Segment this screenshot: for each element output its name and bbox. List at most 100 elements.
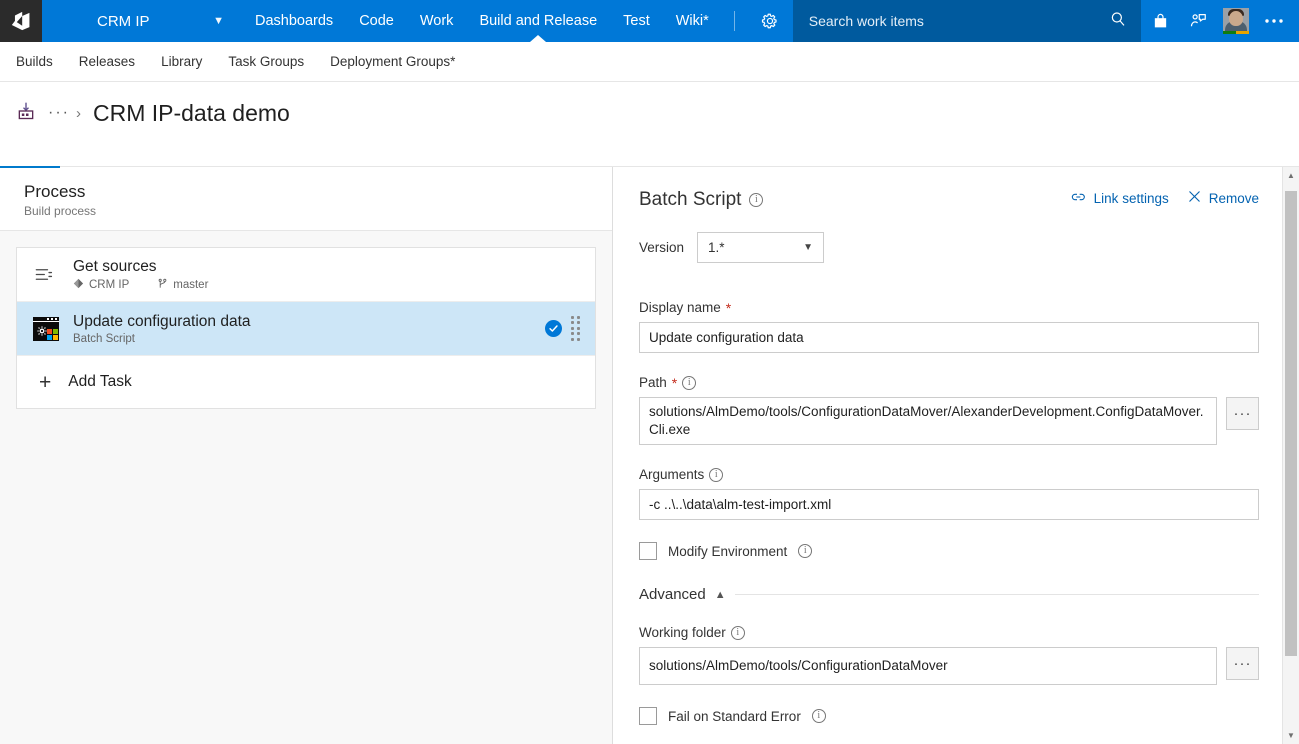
info-icon[interactable]: i [730, 625, 745, 640]
task-row-get-sources[interactable]: Get sources CRM IP master [17, 248, 595, 302]
hub-work[interactable]: Work [407, 0, 467, 42]
close-x-icon [1187, 189, 1202, 207]
process-header[interactable]: Process Build process [0, 166, 612, 231]
working-folder-label: Working folder i [639, 625, 1259, 640]
breadcrumb: ··· › CRM IP-data demo [0, 82, 290, 126]
drag-handle-icon[interactable] [571, 315, 581, 342]
details-scrollbar[interactable]: ▲ ▼ [1282, 167, 1299, 744]
scrollbar-thumb[interactable] [1285, 191, 1297, 656]
details-header: Batch Script i Link settings Remove [613, 189, 1299, 211]
path-input[interactable]: solutions/AlmDemo/tools/ConfigurationDat… [639, 397, 1217, 445]
subnav-item-deployment-groups[interactable]: Deployment Groups* [330, 54, 455, 69]
subnav-item-library[interactable]: Library [161, 54, 202, 69]
link-settings-label: Link settings [1093, 190, 1169, 206]
working-folder-input-row: solutions/AlmDemo/tools/ConfigurationDat… [639, 647, 1259, 685]
build-definition-icon[interactable] [16, 101, 36, 126]
repo-info: CRM IP [73, 278, 129, 292]
avatar[interactable] [1217, 0, 1255, 42]
add-task-button[interactable]: + Add Task [17, 356, 595, 408]
search-box[interactable] [792, 0, 1141, 42]
hub-wiki[interactable]: Wiki* [663, 0, 722, 42]
path-field-group: Path * i solutions/AlmDemo/tools/Configu… [639, 375, 1259, 445]
task-info: Get sources CRM IP master [73, 257, 585, 293]
nav-divider [733, 11, 735, 31]
path-label: Path * i [639, 375, 1259, 390]
subnav-item-releases[interactable]: Releases [79, 54, 135, 69]
batch-script-icon [33, 316, 65, 341]
arguments-input[interactable] [639, 489, 1259, 520]
person-feedback-icon[interactable] [1179, 0, 1217, 42]
path-label-text: Path [639, 375, 667, 390]
task-list: Get sources CRM IP master Update configu… [16, 247, 596, 409]
hub-test[interactable]: Test [610, 0, 663, 42]
hub-label: Build and Release [479, 13, 598, 29]
info-icon[interactable]: i [749, 193, 764, 207]
task-subtitle: Batch Script [73, 333, 135, 345]
microsoft-squares-icon [47, 328, 58, 340]
task-info: Update configuration data Batch Script [73, 312, 545, 345]
chevron-up-icon: ▲ [714, 588, 726, 601]
working-folder-label-text: Working folder [639, 625, 726, 640]
scroll-down-arrow-icon[interactable]: ▼ [1283, 727, 1299, 744]
ellipsis-icon[interactable] [1255, 0, 1293, 42]
gear-icon[interactable] [747, 0, 793, 42]
display-name-label: Display name * [639, 300, 1259, 315]
display-name-label-text: Display name [639, 300, 721, 315]
info-icon[interactable]: i [798, 544, 813, 558]
modify-environment-label: Modify Environment [668, 543, 788, 559]
modify-environment-group: Modify Environment i [639, 542, 1259, 560]
plus-icon: + [39, 370, 52, 394]
hub-code[interactable]: Code [346, 0, 407, 42]
subnav-item-builds[interactable]: Builds [16, 54, 53, 69]
arguments-label: Arguments i [639, 467, 1259, 482]
details-title: Batch Script [639, 189, 742, 210]
arguments-label-text: Arguments [639, 467, 705, 482]
display-name-input[interactable] [639, 322, 1259, 353]
path-browse-button[interactable]: ··· [1226, 397, 1259, 430]
section-divider [734, 594, 1259, 595]
repo-name: CRM IP [89, 279, 130, 291]
scroll-up-arrow-icon[interactable]: ▲ [1283, 167, 1299, 184]
branch-name: master [173, 279, 209, 291]
search-icon[interactable] [1109, 10, 1127, 33]
version-label: Version [639, 240, 685, 255]
search-input[interactable] [806, 12, 1109, 30]
working-folder-browse-button[interactable]: ··· [1226, 647, 1259, 680]
info-icon[interactable]: i [709, 467, 724, 482]
hub-label: Dashboards [255, 13, 334, 29]
remove-button[interactable]: Remove [1187, 189, 1259, 207]
task-name: Get sources [73, 257, 157, 275]
version-dropdown[interactable]: 1.* ▼ [697, 232, 825, 263]
add-task-label: Add Task [68, 373, 132, 390]
repository-icon [73, 278, 84, 292]
check-circle-icon [545, 320, 562, 337]
process-title: Process [24, 182, 86, 201]
info-icon[interactable]: i [682, 375, 697, 390]
fail-on-standard-error-checkbox[interactable] [639, 707, 657, 725]
working-folder-input[interactable]: solutions/AlmDemo/tools/ConfigurationDat… [639, 647, 1217, 685]
page-title: CRM IP-data demo [92, 99, 290, 126]
branch-info: master [157, 278, 208, 293]
hub-build-and-release[interactable]: Build and Release [466, 0, 610, 42]
info-icon[interactable]: i [811, 709, 826, 723]
vsts-logo-icon[interactable] [0, 0, 42, 42]
page-header: ··· › CRM IP-data demo Save & queue ▼ [0, 82, 1299, 242]
shopping-bag-icon[interactable] [1141, 0, 1179, 42]
link-settings-button[interactable]: Link settings [1071, 190, 1169, 207]
modify-environment-checkbox[interactable] [639, 542, 657, 560]
fail-on-standard-error-label: Fail on Standard Error [668, 708, 801, 724]
subnav-item-task-groups[interactable]: Task Groups [228, 54, 304, 69]
content-split: Process Build process Get sources CRM IP… [0, 166, 1299, 744]
hub-dashboards[interactable]: Dashboards [242, 0, 346, 42]
process-pane: Process Build process Get sources CRM IP… [0, 166, 613, 744]
task-name: Update configuration data [73, 313, 251, 330]
hub-label: Test [623, 13, 650, 29]
task-row-update-configuration-data[interactable]: Update configuration data Batch Script [17, 302, 595, 356]
chevron-down-icon: ▼ [213, 15, 224, 27]
account-selector[interactable]: CRM IP ▼ [42, 0, 242, 42]
form-fields: Display name * Path * i solutions/AlmDem… [613, 300, 1299, 744]
breadcrumb-overflow[interactable]: ··· [48, 104, 70, 122]
advanced-section-header[interactable]: Advanced ▲ [639, 586, 1259, 603]
link-icon [1071, 190, 1087, 207]
breadcrumb-separator: › [75, 104, 81, 122]
